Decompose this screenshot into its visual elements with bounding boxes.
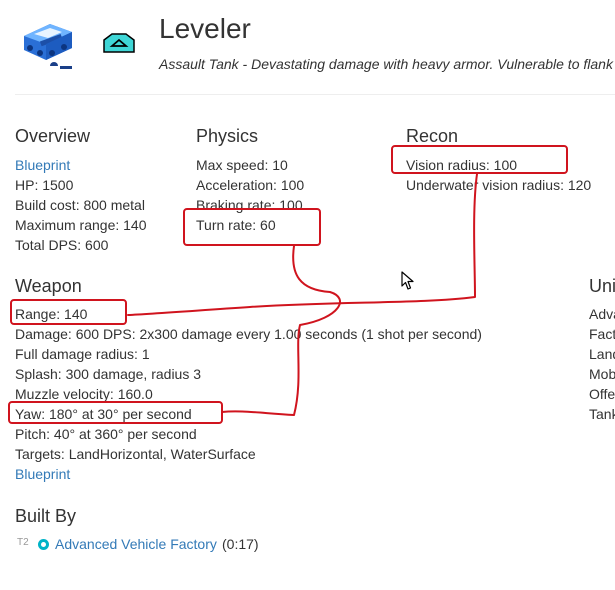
- unit-type-item: Offe: [589, 386, 615, 402]
- build-time-value: (0:17): [222, 536, 259, 552]
- braking-rate-value: Braking rate: 100: [196, 197, 303, 213]
- annotation-overlay: [8, 145, 568, 424]
- built-by-heading: Built By: [15, 506, 77, 526]
- weapon-blueprint-link[interactable]: Blueprint: [15, 464, 70, 484]
- total-dps-value: Total DPS: 600: [15, 237, 109, 253]
- unit-type-item: Tank: [589, 406, 615, 422]
- strategic-icon: [103, 33, 135, 53]
- unit-type-item: Land: [589, 346, 615, 362]
- weapon-heading: Weapon: [15, 276, 82, 296]
- targets-value: Targets: LandHorizontal, WaterSurface: [15, 446, 256, 462]
- factory-icon: [38, 539, 49, 550]
- max-speed-value: Max speed: 10: [196, 157, 288, 173]
- overview-heading: Overview: [15, 126, 91, 146]
- max-range-value: Maximum range: 140: [15, 217, 147, 233]
- underwater-vision-value: Underwater vision radius: 120: [406, 177, 592, 193]
- unit-type-item: Mob: [589, 366, 615, 382]
- weapon-damage-value: Damage: 600 DPS: 2x300 damage every 1.00…: [15, 326, 482, 342]
- acceleration-value: Acceleration: 100: [196, 177, 305, 193]
- unit-type-item: Fact: [589, 326, 615, 342]
- header-divider: [15, 94, 615, 95]
- vision-radius-value: Vision radius: 100: [406, 157, 518, 173]
- muzzle-velocity-value: Muzzle velocity: 160.0: [15, 386, 153, 402]
- unit-type-item: Adva: [589, 306, 615, 322]
- overview-blueprint-link[interactable]: Blueprint: [15, 155, 70, 175]
- recon-heading: Recon: [406, 126, 459, 146]
- physics-heading: Physics: [196, 126, 259, 146]
- hp-value: HP: 1500: [15, 177, 74, 193]
- tier-badge: T2: [17, 537, 29, 548]
- page-title: Leveler: [159, 13, 251, 44]
- turn-rate-value: Turn rate: 60: [196, 217, 276, 233]
- unit-description: Assault Tank - Devastating damage with h…: [159, 56, 613, 72]
- full-damage-radius-value: Full damage radius: 1: [15, 346, 150, 362]
- splash-value: Splash: 300 damage, radius 3: [15, 366, 202, 382]
- weapon-range-value: Range: 140: [15, 306, 88, 322]
- factory-link[interactable]: Advanced Vehicle Factory: [55, 534, 217, 554]
- pitch-value: Pitch: 40° at 360° per second: [15, 426, 197, 442]
- tank-unit-icon: [24, 24, 72, 69]
- mouse-cursor-icon: [401, 271, 414, 290]
- unit-types-heading: Uni: [589, 276, 615, 296]
- yaw-value: Yaw: 180° at 30° per second: [15, 406, 192, 422]
- build-cost-value: Build cost: 800 metal: [15, 197, 145, 213]
